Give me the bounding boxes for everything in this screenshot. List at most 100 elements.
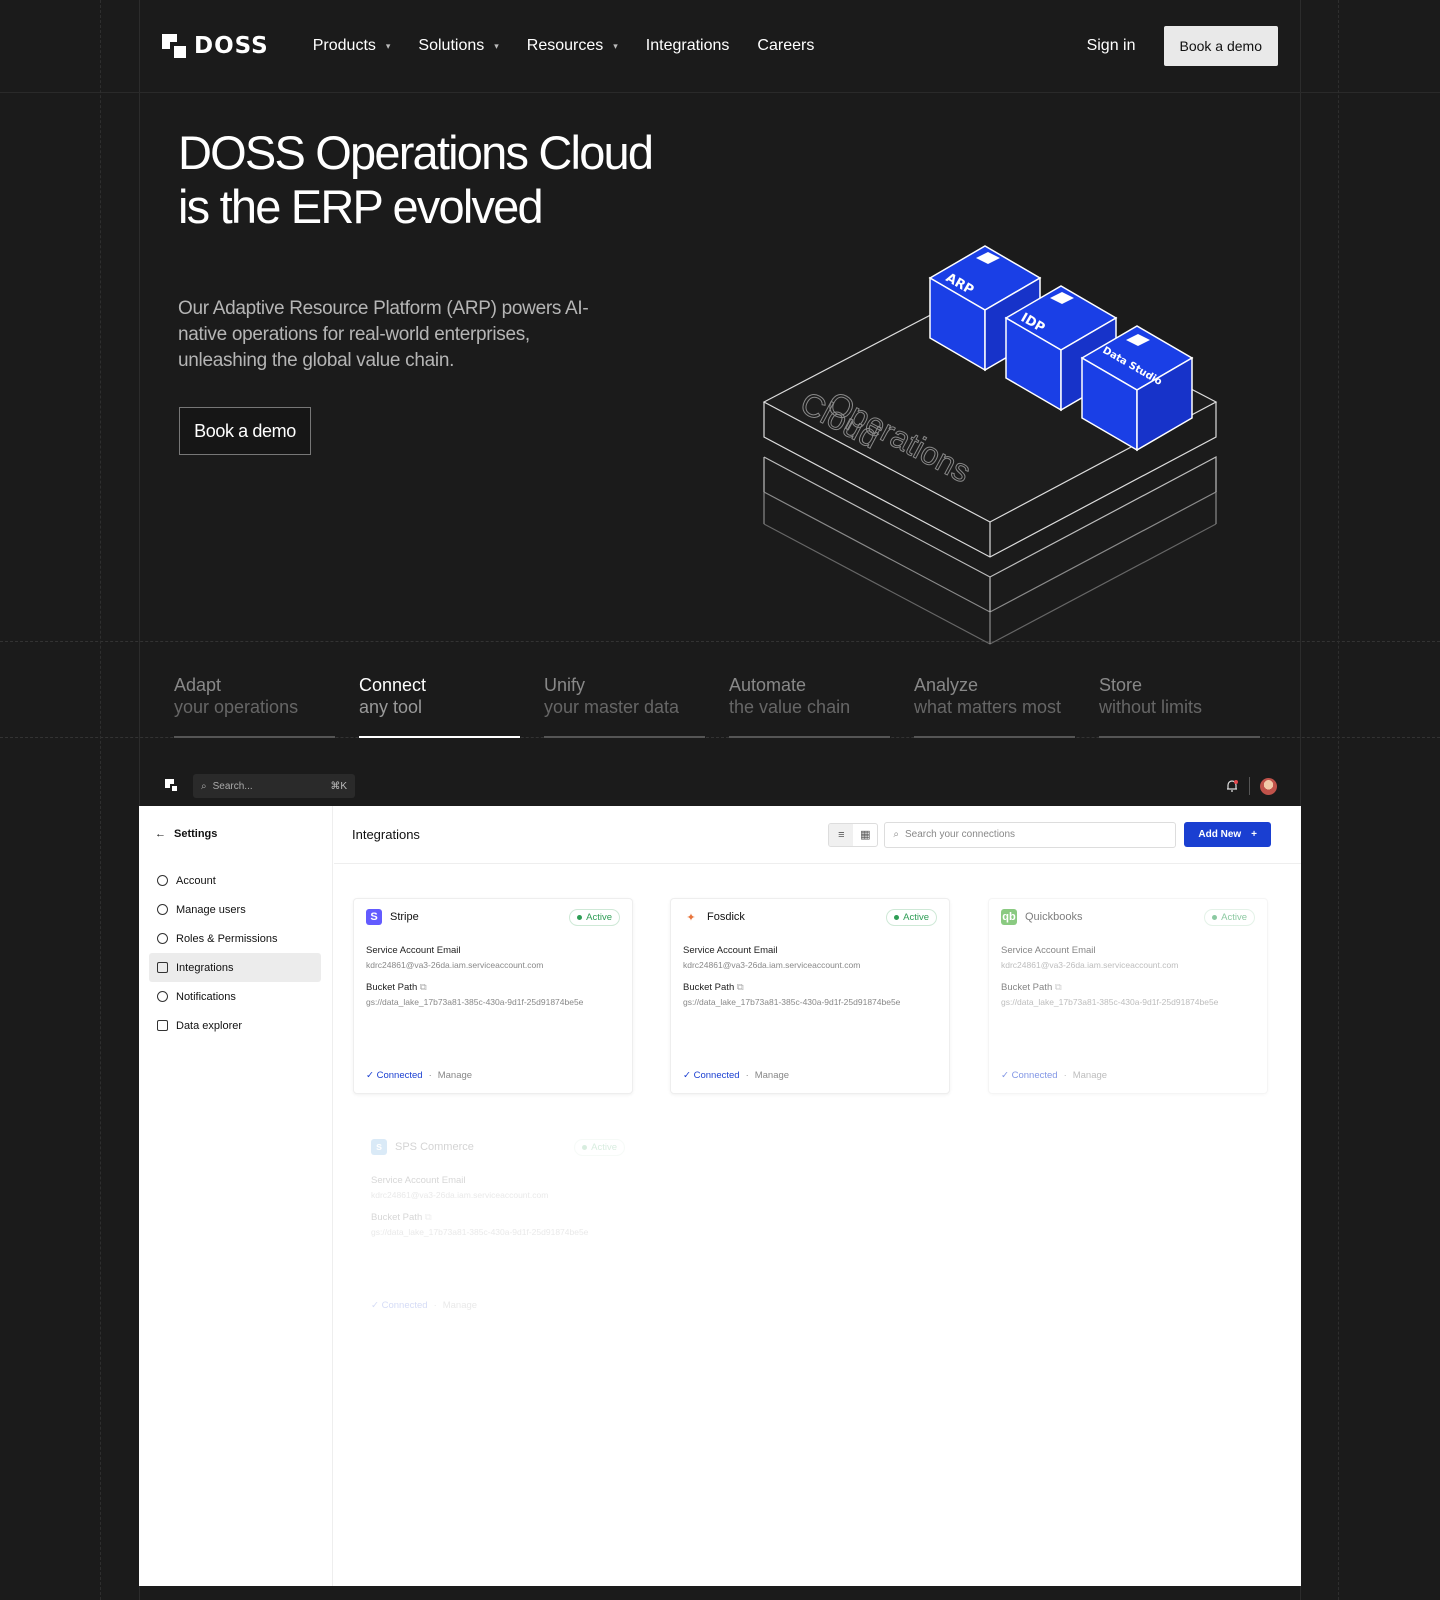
feature-tabs: Adapt your operations Connect any tool Uni… (174, 674, 1260, 738)
connections-search-input[interactable]: ⌕ Search your connections (884, 821, 1177, 848)
book-demo-nav-button[interactable]: Book a demo (1163, 26, 1278, 66)
tab-connect[interactable]: Connect any tool (359, 674, 520, 738)
tab-store[interactable]: Store without limits (1099, 674, 1260, 738)
app-topbar: ⌕ Search... ⌘K (139, 766, 1301, 806)
card-label: Bucket Path (683, 982, 735, 993)
plus-icon: + (1251, 829, 1257, 840)
tab-title: Automate (729, 675, 807, 695)
integration-card-sps-commerce[interactable]: s SPS Commerce Active Service Account Emai… (358, 1128, 638, 1324)
sidebar-item-data-explorer[interactable]: Data explorer (149, 1011, 321, 1040)
manage-link[interactable]: Manage (1073, 1070, 1107, 1081)
status-text: Active (586, 911, 612, 923)
operations-cloud-illustration: Operations Cloud ARP IDP Data Studio (762, 245, 1218, 645)
card-label: Service Account Email (1001, 945, 1096, 956)
tab-adapt[interactable]: Adapt your operations (174, 674, 335, 738)
tab-title: Adapt (174, 675, 222, 695)
tab-unify[interactable]: Unify your master data (544, 674, 705, 738)
chevron-down-icon: ▾ (494, 40, 499, 51)
tab-subtitle: your master data (544, 697, 680, 717)
card-name: Quickbooks (1025, 911, 1083, 923)
nav-links: Products ▾ Solutions ▾ Resources ▾ Integrat… (313, 37, 815, 55)
shortcut-hint: ⌘K (330, 780, 347, 792)
card-label: Service Account Email (366, 945, 461, 956)
manage-link[interactable]: Manage (443, 1300, 477, 1311)
card-name: Fosdick (707, 911, 745, 923)
card-label: Bucket Path (1001, 982, 1053, 993)
grid-view-icon[interactable]: ▦ (853, 824, 877, 846)
tab-title: Analyze (914, 675, 979, 695)
card-label-row: Bucket Path ⧉ (1001, 982, 1255, 993)
app-logo-icon[interactable] (165, 779, 179, 793)
status-badge: Active (886, 908, 937, 926)
integration-card-fosdick[interactable]: ✦ Fosdick Active Service Account Email kdr… (670, 898, 950, 1094)
nav-label: Integrations (645, 37, 730, 54)
copy-icon[interactable]: ⧉ (737, 982, 744, 993)
frame-dash (100, 0, 101, 1600)
card-label: Bucket Path (371, 1212, 423, 1223)
frame-line (0, 92, 1440, 93)
hero-subtitle: Our Adaptive Resource Platform (ARP) pow… (178, 298, 589, 371)
app-search-input[interactable]: ⌕ Search... ⌘K (193, 774, 355, 798)
card-value: gs://data_lake_17b73a81-385c-430a-9d1f-2… (1001, 997, 1219, 1007)
bell-icon[interactable] (1225, 779, 1239, 793)
sidebar-item-label: Roles & Permissions (176, 932, 278, 945)
copy-icon[interactable]: ⧉ (1055, 982, 1062, 993)
hero-title-line: is the ERP evolved (178, 180, 544, 233)
fosdick-logo-icon: ✦ (683, 909, 699, 925)
app-topbar-right (1225, 777, 1277, 795)
tab-automate[interactable]: Automate the value chain (729, 674, 890, 738)
nav-label: Products (312, 37, 376, 54)
sidebar-item-manage-users[interactable]: Manage users (149, 895, 321, 924)
sidebar-item-notifications[interactable]: Notifications (149, 982, 321, 1011)
search-placeholder: Search... (212, 780, 253, 792)
integration-card-quickbooks[interactable]: qb Quickbooks Active Service Account Email… (988, 898, 1268, 1094)
settings-back-link[interactable]: ← Settings (155, 828, 217, 840)
copy-icon[interactable]: ⧉ (425, 1212, 432, 1223)
sidebar-item-integrations[interactable]: Integrations (149, 953, 321, 982)
copy-icon[interactable]: ⧉ (420, 982, 427, 993)
nav-right: Sign in Book a demo (1087, 26, 1278, 66)
doss-logo[interactable]: DOSS (162, 33, 269, 59)
search-icon: ⌕ (201, 780, 207, 792)
sidebar-item-label: Notifications (176, 990, 236, 1003)
sidebar-item-roles[interactable]: Roles & Permissions (149, 924, 321, 953)
avatar[interactable] (1260, 777, 1277, 795)
connected-text: Connected (693, 1070, 740, 1081)
manage-link[interactable]: Manage (755, 1070, 789, 1081)
list-view-icon[interactable]: ≡ (829, 823, 854, 846)
card-label-row: Bucket Path ⧉ (371, 1212, 625, 1223)
sign-in-link[interactable]: Sign in (1087, 37, 1136, 55)
connected-text: Connected (376, 1070, 423, 1081)
manage-link[interactable]: Manage (438, 1070, 472, 1081)
sidebar-item-label: Integrations (176, 961, 234, 974)
sidebar-item-label: Data explorer (176, 1019, 243, 1032)
settings-sidebar: ← Settings Account Manage users Roles & … (139, 806, 333, 1586)
view-toggle: ≡ ▦ (828, 822, 879, 847)
card-value: kdrc24861@va3-26da.iam.serviceaccount.co… (1001, 960, 1179, 970)
search-icon: ⌕ (893, 829, 899, 840)
nav-products[interactable]: Products ▾ (313, 37, 391, 55)
nav-careers[interactable]: Careers (757, 37, 814, 55)
divider (1249, 777, 1250, 795)
page-title: Integrations (352, 827, 420, 842)
nav-label: Solutions (418, 37, 485, 54)
connected-status: ✓ Connected (683, 1070, 740, 1081)
add-new-button[interactable]: Add New + (1184, 822, 1271, 847)
book-demo-hero-button[interactable]: Book a demo (179, 407, 311, 455)
nav-integrations[interactable]: Integrations (646, 37, 730, 55)
tab-analyze[interactable]: Analyze what matters most (914, 674, 1075, 738)
nav-solutions[interactable]: Solutions ▾ (418, 37, 498, 55)
card-value: kdrc24861@va3-26da.iam.serviceaccount.co… (366, 960, 544, 970)
tab-subtitle: what matters most (914, 697, 1062, 717)
sidebar-item-account[interactable]: Account (149, 866, 321, 895)
nav-resources[interactable]: Resources ▾ (527, 37, 618, 55)
integration-card-stripe[interactable]: S Stripe Active Service Account Email kdrc… (353, 898, 633, 1094)
card-value: gs://data_lake_17b73a81-385c-430a-9d1f-2… (371, 1227, 589, 1237)
frame-dash (1338, 0, 1339, 1600)
tab-title: Store (1099, 675, 1143, 695)
status-badge: Active (574, 1138, 625, 1156)
doss-logo-icon (162, 34, 186, 58)
card-value: gs://data_lake_17b73a81-385c-430a-9d1f-2… (366, 997, 584, 1007)
logo-text: DOSS (194, 33, 269, 59)
top-nav: DOSS Products ▾ Solutions ▾ Resources ▾ Int… (162, 26, 1278, 66)
